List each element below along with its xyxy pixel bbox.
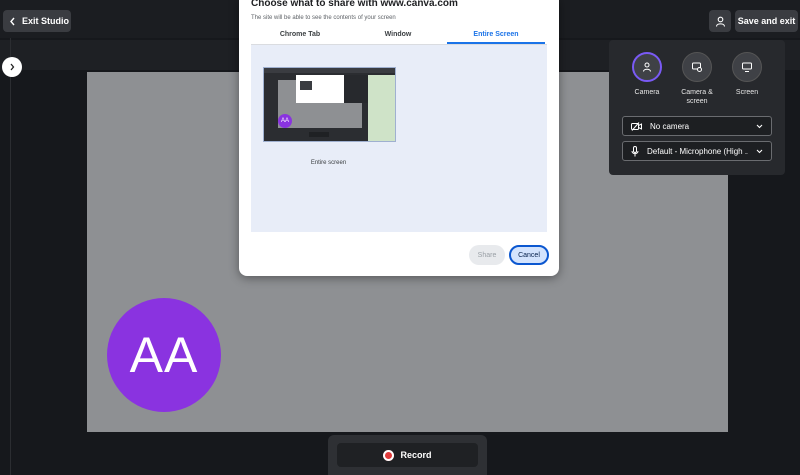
expand-sidebar-button[interactable] xyxy=(2,57,22,77)
tab-chrome-tab[interactable]: Chrome Tab xyxy=(251,29,349,43)
share-tabs: Chrome Tab Window Entire Screen xyxy=(251,29,547,45)
save-and-exit-button[interactable]: Save and exit xyxy=(735,10,798,32)
source-camera-screen-label: Camera & screen xyxy=(681,89,713,105)
source-camera-circle xyxy=(632,52,662,82)
account-button[interactable] xyxy=(709,10,731,32)
camera-off-icon xyxy=(631,121,642,131)
source-screen-circle xyxy=(732,52,762,82)
entire-screen-label: Entire screen xyxy=(310,160,347,166)
microphone-select[interactable]: Default - Microphone (High ... xyxy=(622,141,772,161)
tab-window[interactable]: Window xyxy=(349,29,447,43)
monitor-icon xyxy=(742,62,752,72)
chevron-left-icon xyxy=(10,17,15,25)
microphone-select-value: Default - Microphone (High ... xyxy=(647,146,748,156)
camera-select-value: No camera xyxy=(650,121,690,131)
source-camera-label: Camera xyxy=(634,89,660,96)
dialog-subtitle: The site will be able to see the content… xyxy=(251,15,396,21)
chevron-right-icon xyxy=(10,63,15,71)
source-screen-label: Screen xyxy=(735,89,759,96)
thumb-topbar xyxy=(264,68,395,73)
chevron-down-icon xyxy=(756,124,763,128)
presenter-avatar: AA xyxy=(107,298,221,412)
tab-entire-screen[interactable]: Entire Screen xyxy=(447,29,545,44)
source-screen-button[interactable]: Screen xyxy=(722,52,772,97)
camera-screen-icon xyxy=(692,62,702,72)
thumb-avatar: AA xyxy=(278,114,292,128)
thumb-panel xyxy=(344,75,368,103)
share-button[interactable]: Share xyxy=(469,245,505,265)
exit-studio-button[interactable]: Exit Studio xyxy=(3,10,71,32)
microphone-icon xyxy=(631,145,639,156)
left-rail-divider xyxy=(10,38,11,475)
entire-screen-thumbnail[interactable]: AA xyxy=(263,67,396,142)
record-bar: Record xyxy=(328,435,487,475)
chevron-down-icon xyxy=(756,149,763,153)
thumb-side-window xyxy=(368,75,395,141)
person-icon xyxy=(643,62,651,72)
exit-studio-label: Exit Studio xyxy=(22,16,69,26)
camera-select[interactable]: No camera xyxy=(622,116,772,136)
record-button[interactable]: Record xyxy=(337,443,478,467)
source-camera-screen-circle xyxy=(682,52,712,82)
dialog-title: Choose what to share with www.canva.com xyxy=(251,0,458,9)
thumb-record-bar xyxy=(309,132,329,137)
cancel-button[interactable]: Cancel xyxy=(509,245,549,265)
share-content-area: AA Entire screen xyxy=(251,45,547,232)
record-dot-icon xyxy=(383,449,395,461)
screen-share-dialog: Choose what to share with www.canva.com … xyxy=(239,0,559,276)
source-panel: Camera Camera & screen Screen No camera xyxy=(609,40,785,175)
source-camera-button[interactable]: Camera xyxy=(622,52,672,97)
thumb-preview xyxy=(300,81,312,90)
source-camera-screen-button[interactable]: Camera & screen xyxy=(672,52,722,106)
record-label: Record xyxy=(400,450,432,460)
user-icon xyxy=(715,16,725,27)
